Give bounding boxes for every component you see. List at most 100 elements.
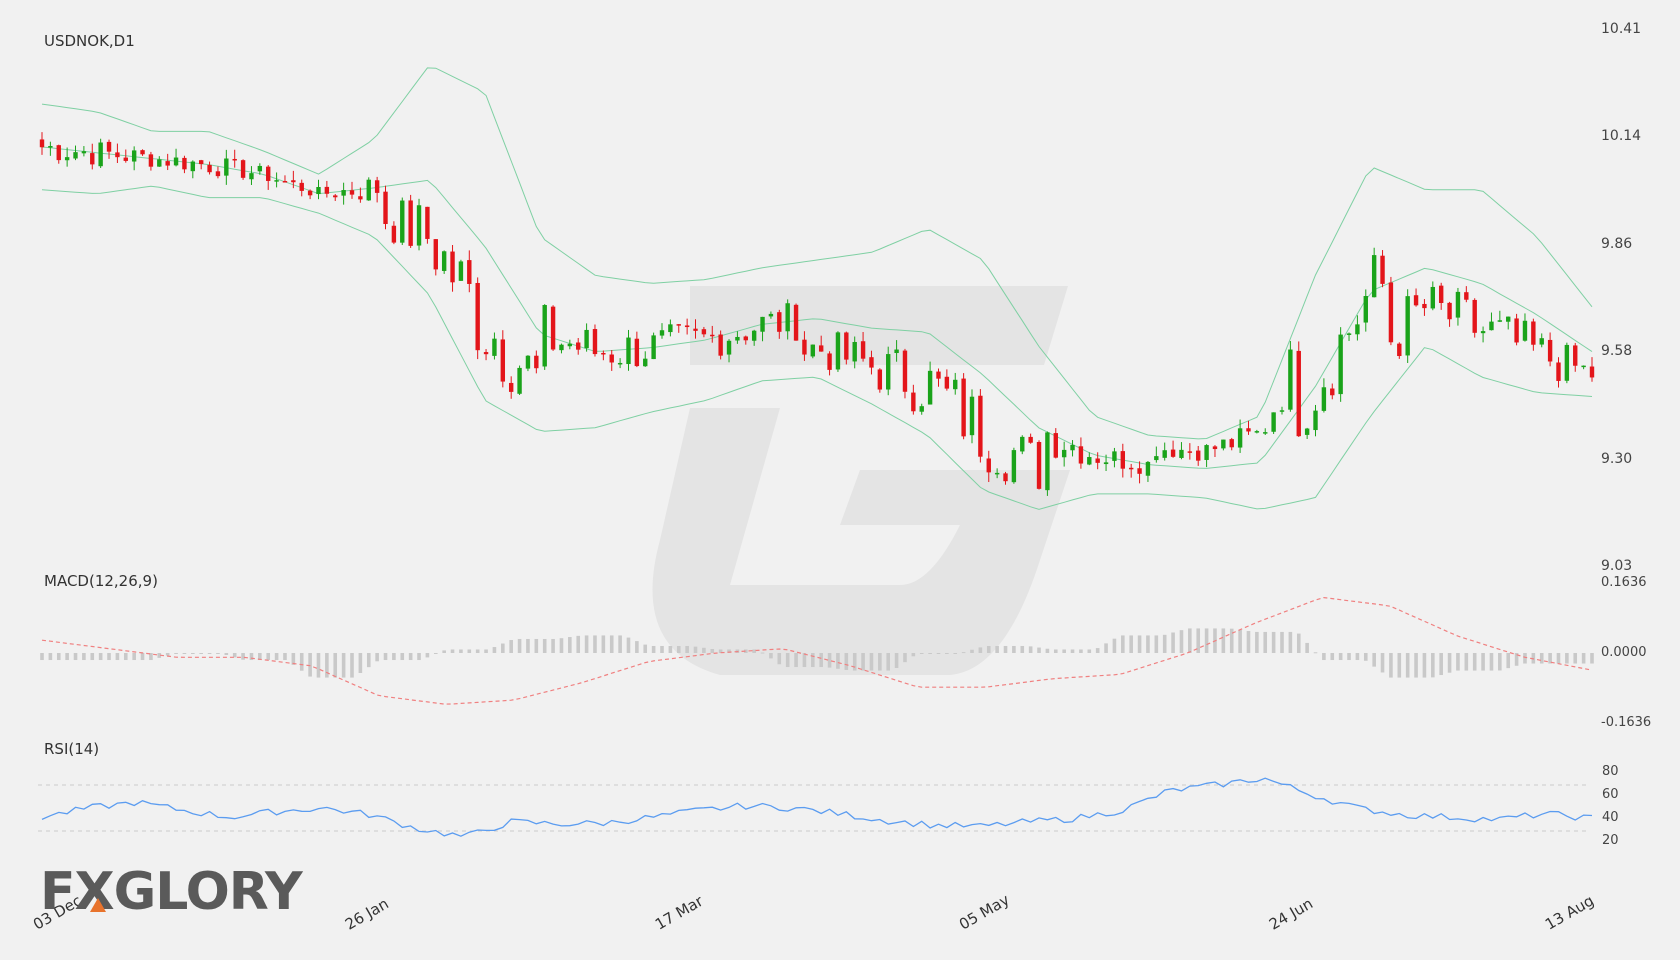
candle-body	[1162, 450, 1167, 458]
macd-histogram-bar	[98, 653, 103, 661]
macd-histogram-bar	[383, 653, 388, 661]
candle-body	[1028, 436, 1033, 443]
candle-body	[249, 173, 254, 180]
candle-body	[735, 336, 740, 341]
macd-histogram-bar	[40, 653, 44, 661]
macd-histogram-bar	[1322, 653, 1326, 661]
candle-body	[1522, 320, 1528, 341]
candle-body	[81, 151, 87, 154]
macd-histogram-bar	[601, 635, 606, 653]
candle-body	[944, 376, 950, 389]
candle-body	[1170, 449, 1176, 457]
price-tick: 10.41	[1601, 21, 1642, 37]
candle-body	[668, 324, 673, 333]
macd-histogram-bar	[794, 653, 798, 668]
macd-histogram-bar	[475, 649, 480, 653]
macd-histogram-bar	[769, 653, 773, 659]
candle-body	[1053, 433, 1058, 458]
candle-body	[458, 261, 464, 281]
macd-histogram-bar	[308, 653, 312, 677]
macd-histogram-bar	[509, 640, 513, 653]
candle-body	[140, 150, 145, 155]
candle-body	[1397, 343, 1402, 357]
candle-body	[751, 330, 757, 341]
candle-body	[584, 329, 589, 349]
macd-histogram-bar	[752, 649, 756, 653]
candle-body	[483, 352, 489, 355]
candle-body	[1355, 324, 1360, 335]
fxglory-logo: FXGLORY	[40, 862, 303, 922]
macd-histogram-bar	[668, 645, 673, 653]
macd-histogram-bar	[1355, 653, 1360, 661]
macd-histogram-bar	[1037, 647, 1041, 653]
macd-histogram-bar	[1162, 634, 1167, 653]
candle-body	[953, 379, 958, 390]
candle-body	[1137, 468, 1142, 474]
macd-histogram-bar	[132, 653, 136, 661]
macd-histogram-bar	[299, 653, 304, 671]
candle-body	[525, 355, 531, 369]
macd-histogram-bar	[1204, 628, 1209, 653]
candle-body	[919, 406, 924, 412]
candle-body	[123, 157, 128, 161]
candle-body	[1212, 446, 1218, 450]
candle-body	[190, 161, 196, 172]
candle-body	[1506, 316, 1511, 322]
macd-histogram-bar	[199, 653, 203, 654]
candle-body	[1271, 412, 1276, 432]
candle-body	[785, 303, 790, 332]
macd-histogram-bar	[1288, 631, 1293, 653]
candle-body	[726, 340, 732, 355]
candle-body	[1497, 320, 1503, 322]
candle-body	[1145, 461, 1151, 476]
rsi-tick: 20	[1602, 833, 1619, 848]
candle-body	[1304, 428, 1310, 435]
candle-body	[1338, 334, 1343, 395]
candle-body	[106, 141, 112, 152]
macd-histogram-bar	[1179, 630, 1184, 653]
candle-body	[1011, 450, 1017, 483]
macd-histogram-bar	[811, 653, 815, 668]
macd-histogram-bar	[56, 653, 61, 661]
candle-body	[450, 251, 455, 283]
candle-body	[902, 350, 908, 392]
candle-body	[559, 344, 564, 351]
price-tick: 9.86	[1601, 236, 1633, 252]
candle-body	[651, 335, 656, 360]
chart-canvas	[38, 67, 1595, 837]
macd-histogram-bar	[928, 653, 932, 654]
macd-histogram-bar	[903, 653, 907, 663]
macd-histogram-bar	[1397, 653, 1402, 678]
candle-body	[886, 354, 891, 390]
macd-histogram-bar	[1053, 649, 1058, 653]
candle-body	[257, 165, 263, 172]
macd-histogram-bar	[316, 653, 321, 678]
candle-body	[994, 472, 1000, 475]
macd-histogram-bar	[165, 653, 170, 656]
candle-body	[307, 190, 313, 196]
candle-body	[1346, 333, 1352, 335]
candle-body	[1196, 450, 1201, 461]
candle-body	[115, 152, 120, 158]
candle-body	[1237, 428, 1243, 448]
macd-histogram-bar	[635, 641, 639, 653]
macd-histogram-bar	[1070, 649, 1075, 653]
macd-histogram-bar	[442, 650, 446, 653]
logo-accent-icon	[90, 898, 106, 912]
macd-histogram-bar	[760, 652, 765, 654]
macd-histogram-bar	[216, 653, 220, 654]
candle-body	[48, 146, 53, 148]
macd-histogram-bar	[182, 653, 187, 654]
macd-histogram-bar	[1389, 653, 1393, 678]
candle-body	[64, 157, 70, 161]
macd-histogram-bar	[517, 638, 522, 653]
macd-histogram-bar	[651, 645, 656, 653]
candle-body	[777, 312, 782, 332]
candle-body	[1371, 255, 1377, 298]
macd-histogram-bar	[852, 653, 857, 671]
candle-body	[467, 260, 472, 284]
candle-body	[1103, 462, 1109, 465]
macd-histogram-bar	[1539, 653, 1544, 664]
macd-histogram-bar	[551, 638, 555, 653]
macd-histogram-bar	[660, 645, 664, 653]
